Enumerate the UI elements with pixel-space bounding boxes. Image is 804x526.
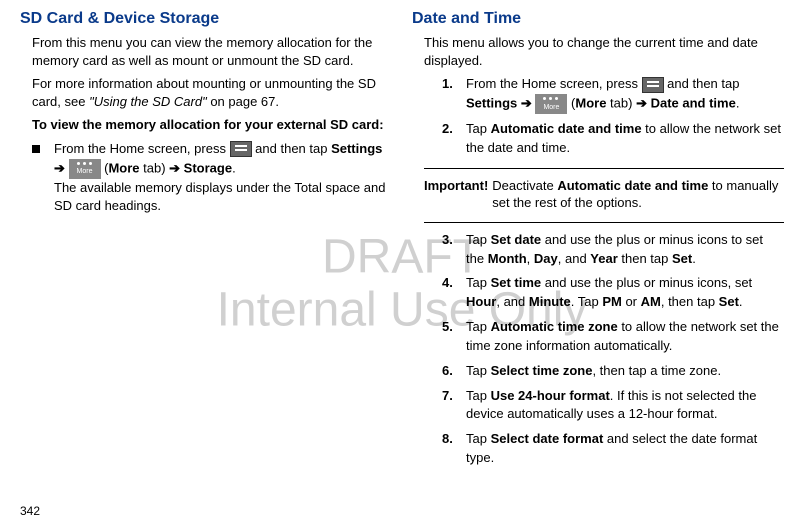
step-5: 5. Tap Automatic time zone to allow the …: [412, 318, 784, 356]
important-label: Important!: [424, 177, 488, 212]
page-number: 342: [20, 504, 40, 518]
sd-para-2: For more information about mounting or u…: [20, 75, 392, 110]
step-number: 5.: [442, 318, 466, 356]
page-content: SD Card & Device Storage From this menu …: [20, 10, 784, 474]
step-3: 3. Tap Set date and use the plus or minu…: [412, 231, 784, 269]
heading-date-time: Date and Time: [412, 10, 784, 28]
step-2: 2. Tap Automatic date and time to allow …: [412, 120, 784, 158]
step-number: 7.: [442, 387, 466, 425]
sd-para-1: From this menu you can view the memory a…: [20, 34, 392, 69]
divider: [424, 222, 784, 223]
step-1: 1. From the Home screen, press and then …: [412, 75, 784, 114]
step-number: 8.: [442, 430, 466, 468]
step-8: 8. Tap Select date format and select the…: [412, 430, 784, 468]
step-number: 3.: [442, 231, 466, 269]
left-column: SD Card & Device Storage From this menu …: [20, 10, 392, 474]
right-column: Date and Time This menu allows you to ch…: [412, 10, 784, 474]
sd-bullet-body: From the Home screen, press and then tap…: [54, 140, 392, 217]
important-note: Important! Deactivate Automatic date and…: [412, 177, 784, 212]
bullet-icon: [32, 145, 40, 153]
step-number: 6.: [442, 362, 466, 381]
step-number: 2.: [442, 120, 466, 158]
menu-icon: [642, 77, 664, 93]
dt-para-1: This menu allows you to change the curre…: [412, 34, 784, 69]
step-number: 4.: [442, 274, 466, 312]
more-icon: [535, 94, 567, 114]
menu-icon: [230, 141, 252, 157]
step-6: 6. Tap Select time zone, then tap a time…: [412, 362, 784, 381]
sd-bullet: From the Home screen, press and then tap…: [20, 140, 392, 217]
heading-sd-card: SD Card & Device Storage: [20, 10, 392, 28]
more-icon: [69, 159, 101, 179]
step-4: 4. Tap Set time and use the plus or minu…: [412, 274, 784, 312]
divider: [424, 168, 784, 169]
step-7: 7. Tap Use 24-hour format. If this is no…: [412, 387, 784, 425]
sd-instruction-title: To view the memory allocation for your e…: [20, 116, 392, 134]
step-number: 1.: [442, 75, 466, 114]
